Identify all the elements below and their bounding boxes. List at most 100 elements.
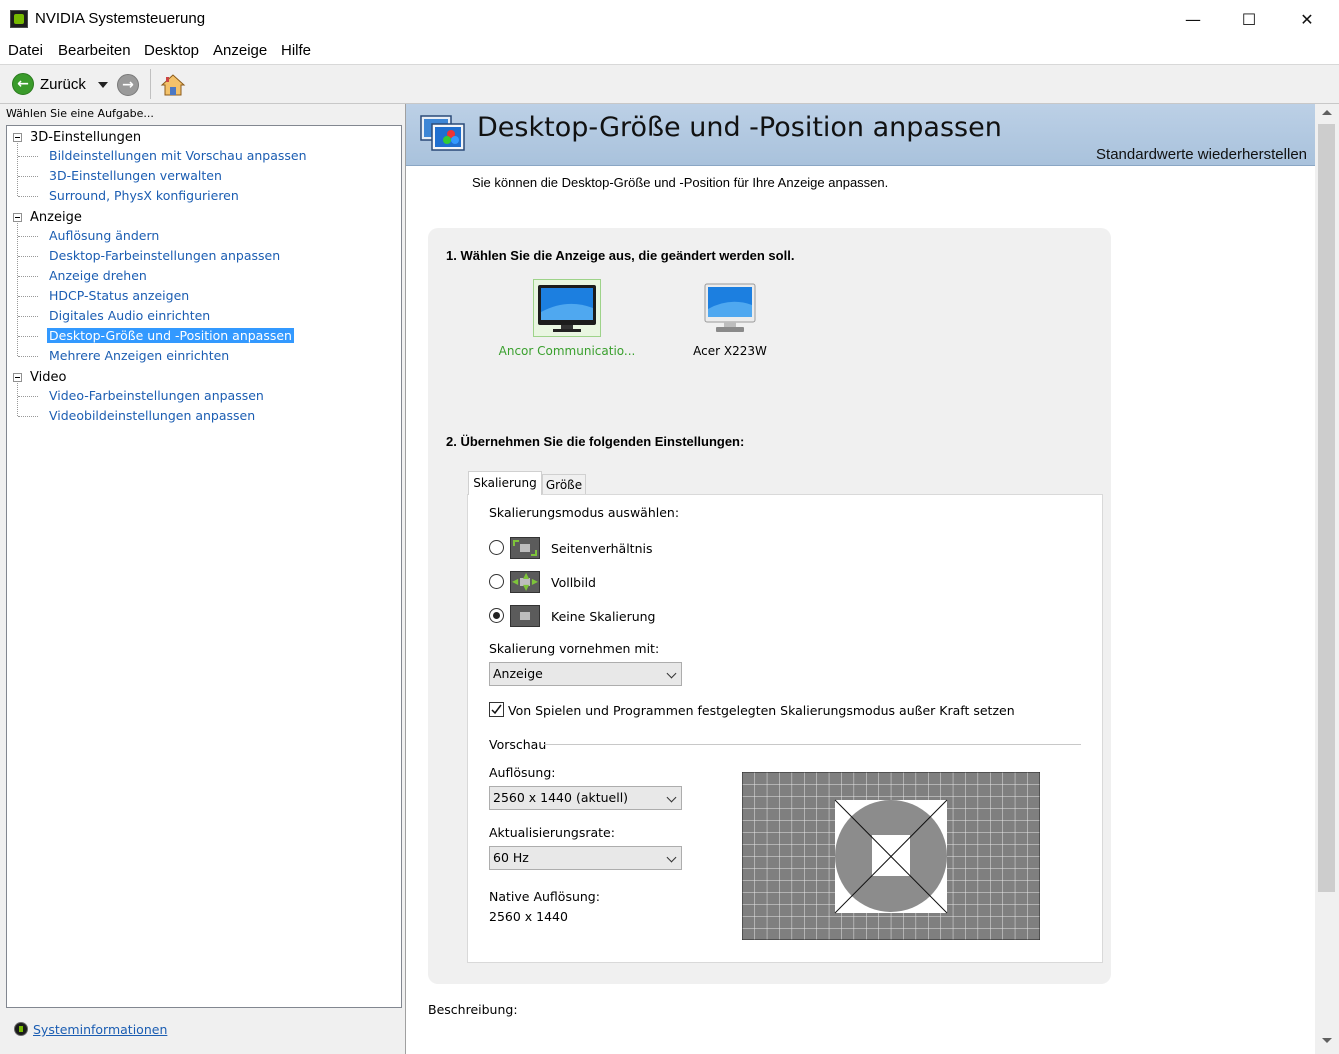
aspect-ratio-icon — [510, 537, 540, 559]
back-history-dropdown-icon[interactable] — [98, 82, 108, 88]
perform-scaling-value: Anzeige — [493, 666, 543, 681]
task-panel: Wählen Sie eine Aufgabe... 3D-Einstellun… — [0, 104, 406, 1054]
nvidia-app-icon — [10, 10, 28, 28]
tree-item-video-image[interactable]: Videobildeinstellungen anpassen — [47, 408, 257, 423]
close-button[interactable]: ✕ — [1278, 0, 1336, 38]
tree-category-video[interactable]: Video — [30, 370, 66, 385]
tree-connector — [18, 236, 38, 237]
tree-item-video-color[interactable]: Video-Farbeinstellungen anpassen — [47, 388, 266, 403]
tree-category-display[interactable]: Anzeige — [30, 210, 82, 225]
scroll-down-icon[interactable] — [1322, 1038, 1332, 1043]
resolution-value: 2560 x 1440 (aktuell) — [493, 790, 629, 805]
native-resolution-label: Native Auflösung: — [489, 889, 600, 904]
tree-item-change-resolution[interactable]: Auflösung ändern — [47, 228, 161, 243]
content-panel: Desktop-Größe und -Position anpassen Sta… — [406, 104, 1339, 1054]
tab-groesse[interactable]: Größe — [542, 474, 586, 494]
window-title: NVIDIA Systemsteuerung — [35, 10, 206, 27]
system-info-icon — [14, 1022, 28, 1036]
tree-item-hdcp-status[interactable]: HDCP-Status anzeigen — [47, 288, 191, 303]
back-label: Zurück — [40, 76, 86, 93]
tree-connector — [18, 296, 38, 297]
tree-item-digital-audio[interactable]: Digitales Audio einrichten — [47, 308, 212, 323]
native-resolution-value: 2560 x 1440 — [489, 909, 568, 924]
tree-connector — [18, 256, 38, 257]
chevron-down-icon — [666, 668, 677, 679]
tree-connector — [18, 316, 38, 317]
menu-bearbeiten[interactable]: Bearbeiten — [58, 42, 131, 59]
preview-label: Vorschau — [489, 737, 547, 752]
tree-connector — [18, 356, 38, 357]
refresh-rate-label: Aktualisierungsrate: — [489, 825, 615, 840]
resolution-select[interactable]: 2560 x 1440 (aktuell) — [489, 786, 682, 810]
menu-bar: Datei Bearbeiten Desktop Anzeige Hilfe — [0, 38, 1339, 64]
back-button[interactable]: ← Zurück — [12, 73, 112, 97]
menu-datei[interactable]: Datei — [8, 42, 43, 59]
refresh-rate-select[interactable]: 60 Hz — [489, 846, 682, 870]
option-fullscreen[interactable]: Vollbild — [551, 575, 596, 590]
title-bar: NVIDIA Systemsteuerung — ☐ ✕ — [0, 0, 1339, 38]
back-arrow-icon: ← — [12, 73, 34, 95]
intro-text: Sie können die Desktop-Größe und -Positi… — [472, 175, 889, 190]
display-label-acer[interactable]: Acer X223W — [672, 344, 788, 358]
maximize-button[interactable]: ☐ — [1220, 0, 1278, 38]
tree-connector — [18, 156, 38, 157]
monitor-icon[interactable] — [704, 283, 756, 335]
fullscreen-icon: ▲ ▼ ◀ ▶ — [510, 571, 540, 593]
expander-3d-settings[interactable] — [13, 133, 22, 142]
restore-defaults-link[interactable]: Standardwerte wiederherstellen — [1096, 146, 1307, 163]
task-tree: 3D-Einstellungen Bildeinstellungen mit V… — [6, 125, 402, 1008]
radio-no-scaling[interactable] — [489, 608, 504, 623]
resolution-label: Auflösung: — [489, 765, 556, 780]
tree-item-rotate-display[interactable]: Anzeige drehen — [47, 268, 149, 283]
option-aspect-ratio[interactable]: Seitenverhältnis — [551, 541, 652, 556]
menu-desktop[interactable]: Desktop — [144, 42, 199, 59]
tree-connector — [17, 143, 18, 196]
tree-item-image-settings-preview[interactable]: Bildeinstellungen mit Vorschau anpassen — [47, 148, 309, 163]
tree-item-desktop-color[interactable]: Desktop-Farbeinstellungen anpassen — [47, 248, 282, 263]
no-scaling-icon — [510, 605, 540, 627]
forward-arrow-icon[interactable]: → — [117, 74, 139, 96]
task-panel-header: Wählen Sie eine Aufgabe... — [6, 107, 154, 120]
perform-scaling-select[interactable]: Anzeige — [489, 662, 682, 686]
menu-hilfe[interactable]: Hilfe — [281, 42, 311, 59]
home-icon[interactable] — [160, 73, 186, 97]
tree-category-3d-settings[interactable]: 3D-Einstellungen — [30, 130, 141, 145]
tree-item-multiple-displays[interactable]: Mehrere Anzeigen einrichten — [47, 348, 231, 363]
scaling-mode-label: Skalierungsmodus auswählen: — [489, 505, 680, 520]
tab-skalierung[interactable]: Skalierung — [468, 471, 542, 495]
minimize-button[interactable]: — — [1164, 0, 1222, 38]
checkmark-icon — [491, 704, 502, 715]
option-no-scaling[interactable]: Keine Skalierung — [551, 609, 656, 624]
description-label: Beschreibung: — [428, 1002, 518, 1017]
display-label-ancor[interactable]: Ancor Communicatio... — [496, 344, 638, 358]
tree-connector — [18, 336, 38, 337]
tree-connector — [18, 416, 38, 417]
radio-aspect-ratio[interactable] — [489, 540, 504, 555]
expander-display[interactable] — [13, 213, 22, 222]
display-tile-ancor[interactable] — [533, 279, 601, 337]
tree-item-desktop-size-position[interactable]: Desktop-Größe und -Position anpassen — [47, 328, 294, 343]
toolbar-separator — [150, 69, 151, 99]
tree-connector — [17, 383, 18, 416]
scroll-up-icon[interactable] — [1322, 110, 1332, 115]
step1-heading: 1. Wählen Sie die Anzeige aus, die geänd… — [446, 248, 795, 263]
tree-item-manage-3d-settings[interactable]: 3D-Einstellungen verwalten — [47, 168, 224, 183]
preview-divider — [544, 744, 1081, 745]
monitor-icon — [538, 285, 596, 332]
chevron-down-icon — [666, 792, 677, 803]
tree-connector — [18, 196, 38, 197]
radio-fullscreen[interactable] — [489, 574, 504, 589]
menu-anzeige[interactable]: Anzeige — [213, 42, 267, 59]
tree-connector — [18, 396, 38, 397]
expander-video[interactable] — [13, 373, 22, 382]
chevron-down-icon — [666, 852, 677, 863]
override-label[interactable]: Von Spielen und Programmen festgelegten … — [508, 703, 1015, 718]
tree-item-surround-physx[interactable]: Surround, PhysX konfigurieren — [47, 188, 241, 203]
override-checkbox[interactable] — [489, 702, 504, 717]
scrollbar-thumb[interactable] — [1318, 124, 1335, 892]
page-title: Desktop-Größe und -Position anpassen — [477, 112, 1002, 143]
refresh-rate-value: 60 Hz — [493, 850, 529, 865]
tree-connector — [18, 176, 38, 177]
system-info-link[interactable]: Systeminformationen — [33, 1022, 167, 1037]
page-banner: Desktop-Größe und -Position anpassen Sta… — [406, 104, 1315, 166]
